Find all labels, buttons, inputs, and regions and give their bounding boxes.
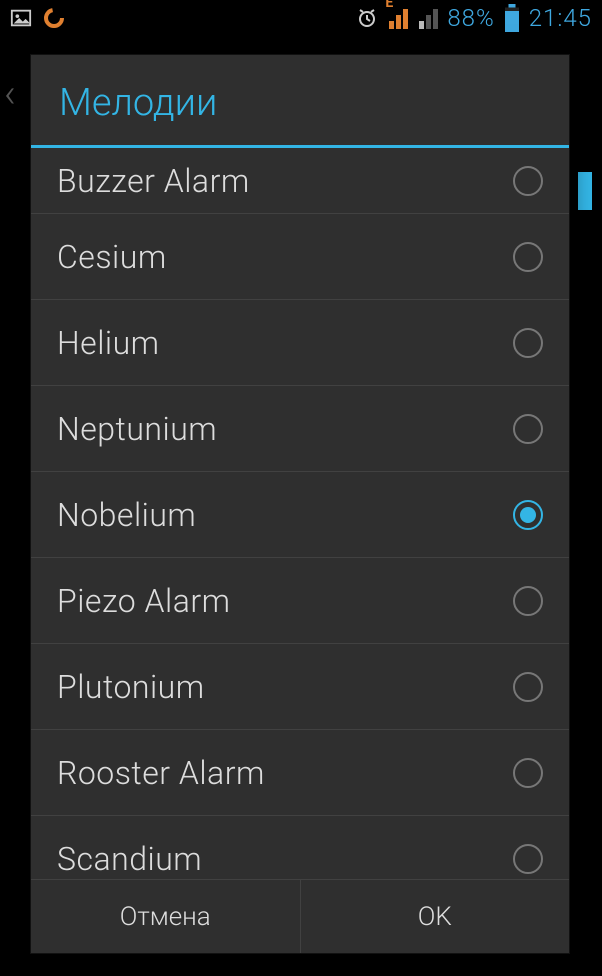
status-bar: E 88% 21:45 <box>0 0 602 36</box>
radio-icon[interactable] <box>513 242 543 272</box>
signal-2-icon <box>417 7 439 29</box>
dialog-title: Мелодии <box>31 55 569 145</box>
ringtone-item[interactable]: Rooster Alarm <box>31 730 569 816</box>
ringtone-label: Neptunium <box>57 410 217 448</box>
picture-icon <box>10 7 32 29</box>
ringtone-item[interactable]: Neptunium <box>31 386 569 472</box>
radio-icon[interactable] <box>513 672 543 702</box>
battery-percent: 88% <box>447 4 494 32</box>
loading-icon <box>42 6 66 30</box>
ringtone-label: Rooster Alarm <box>57 754 265 792</box>
ringtone-dialog: Мелодии Buzzer Alarm Cesium Helium Neptuniu… <box>30 54 570 954</box>
radio-icon[interactable] <box>513 586 543 616</box>
ringtone-item[interactable]: Plutonium <box>31 644 569 730</box>
ringtone-label: Scandium <box>57 840 202 878</box>
radio-icon[interactable] <box>513 414 543 444</box>
clock-time: 21:45 <box>529 4 592 32</box>
ringtone-label: Helium <box>57 324 160 362</box>
ringtone-label: Cesium <box>57 238 167 276</box>
ringtone-label: Buzzer Alarm <box>57 162 250 200</box>
ringtone-label: Piezo Alarm <box>57 582 231 620</box>
ringtone-label: Nobelium <box>57 496 196 534</box>
cancel-button[interactable]: Отмена <box>31 880 301 953</box>
ringtone-item[interactable]: Nobelium <box>31 472 569 558</box>
ringtone-label: Plutonium <box>57 668 205 706</box>
back-chevron-icon: ‹ <box>4 70 16 117</box>
alarm-icon <box>355 6 379 30</box>
ringtone-item[interactable]: Helium <box>31 300 569 386</box>
ringtone-item[interactable]: Buzzer Alarm <box>31 148 569 214</box>
battery-icon <box>503 4 521 32</box>
radio-icon[interactable] <box>513 166 543 196</box>
dialog-button-bar: Отмена OK <box>31 879 569 953</box>
network-type-label: E <box>385 0 393 11</box>
radio-icon[interactable] <box>513 758 543 788</box>
radio-icon[interactable] <box>513 328 543 358</box>
ringtone-item[interactable]: Scandium <box>31 816 569 879</box>
ringtone-item[interactable]: Piezo Alarm <box>31 558 569 644</box>
radio-icon[interactable] <box>513 844 543 874</box>
ringtone-item[interactable]: Cesium <box>31 214 569 300</box>
ok-button[interactable]: OK <box>301 880 570 953</box>
ringtone-list[interactable]: Buzzer Alarm Cesium Helium Neptunium Nobeliu… <box>31 148 569 879</box>
background-accent <box>578 172 592 210</box>
radio-icon[interactable] <box>513 500 543 530</box>
